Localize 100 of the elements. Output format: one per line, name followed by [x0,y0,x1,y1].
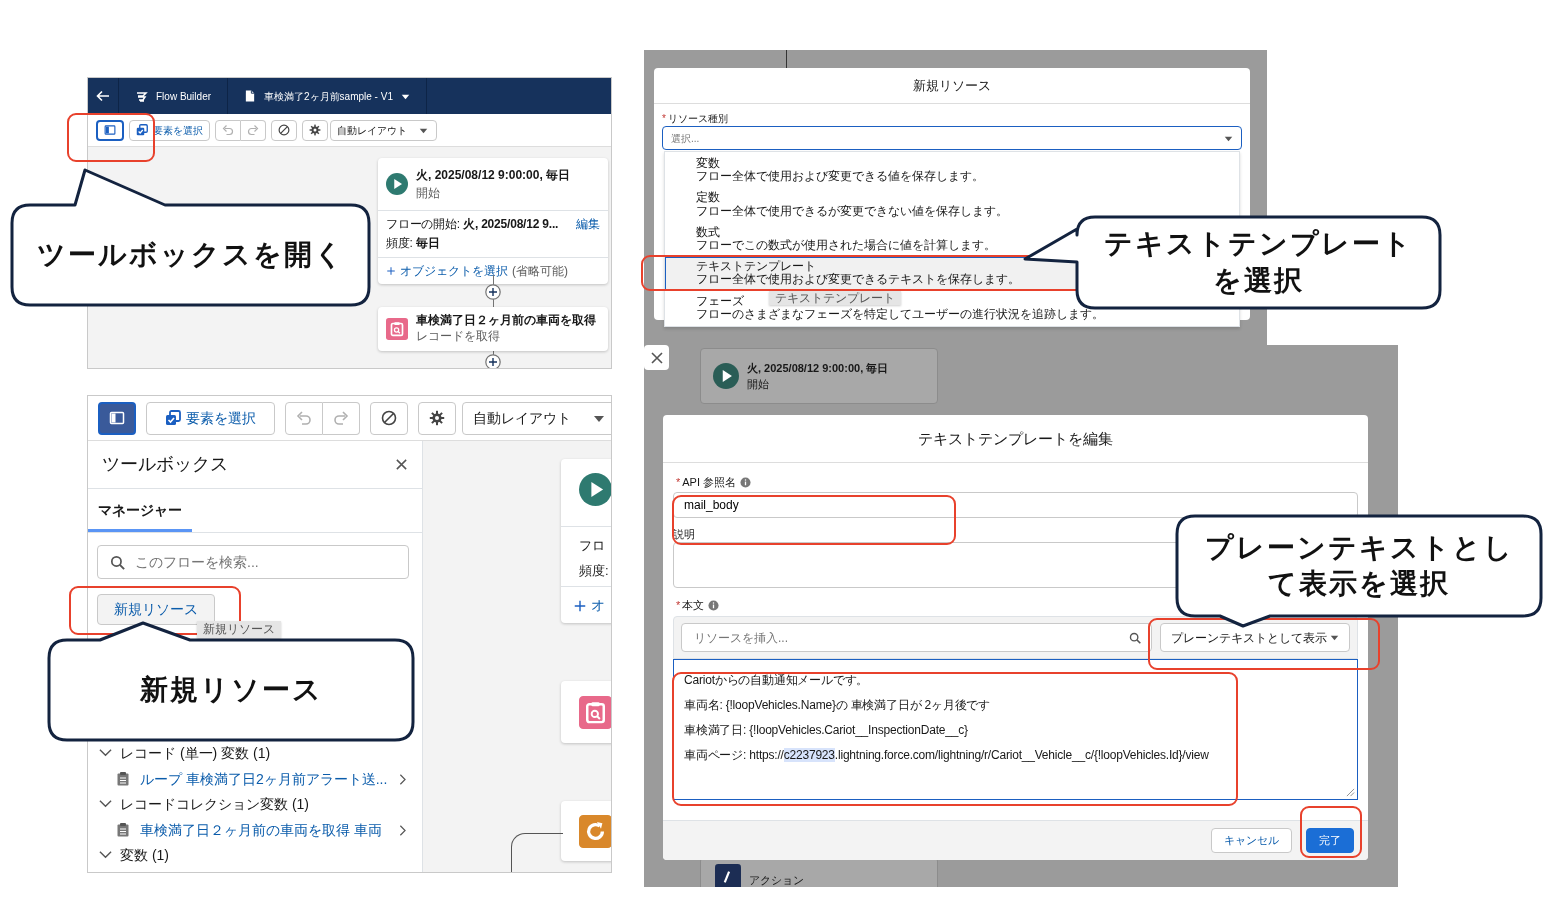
optional-label: (省略可能) [512,263,568,281]
caret-icon [1224,134,1233,142]
add-icon[interactable] [485,284,501,300]
undo-icon [296,410,312,426]
resource-input[interactable]: リソースを挿入... [692,627,1129,648]
action-icon [715,864,741,887]
document-icon [244,89,257,103]
close-button[interactable] [644,345,669,370]
resource-link[interactable]: 車検満了日２ヶ月前の車両を取得 車両 [140,819,398,841]
tooltip: テキストテンプレート [769,291,901,305]
get-records-icon [579,696,611,729]
stop-icon [381,410,397,426]
node-title: 火, 2025/08/12 9:00:00, 毎日 [416,167,571,184]
node-subtitle: 開始 [416,185,441,202]
node-text: 頻度: [579,562,610,580]
group-label: レコードコレクション変数 (1) [120,795,309,814]
info-icon[interactable] [708,599,720,611]
play-icon [386,173,408,195]
settings-button[interactable] [418,401,456,435]
node-subtitle: アクション [749,873,804,887]
chevron-right-icon[interactable] [398,823,409,837]
start-node[interactable]: フロ 頻度: オ [561,459,611,623]
object-link[interactable]: オ [591,595,605,616]
required-mark: * [676,597,681,613]
dialog-title: テキストテンプレートを編集 [663,415,1368,463]
node-title: 火, 2025/08/12 9:00:00, 毎日 [747,360,889,376]
toolbox-title: ツールボックス [102,453,228,476]
node-subtitle: レコードを取得 [416,329,501,345]
back-icon[interactable] [96,89,110,103]
add-icon[interactable] [485,354,501,368]
app-name: Flow Builder [156,89,212,104]
play-icon [579,473,611,506]
group-label: 変数 (1) [120,846,169,865]
resource-type-select[interactable]: 選択... [662,126,1242,150]
settings-icon [309,124,321,136]
start-node[interactable]: 火, 2025/08/12 9:00:00, 毎日 開始 フローの開始: 火, 2025/08/12 9... 編集 頻度: 毎日 オブジェクトを選択 (省略可能) [378,158,608,285]
chevron-right-icon[interactable] [398,772,409,786]
undo-icon [222,124,234,136]
layout-dropdown[interactable]: 自動レイアウト [330,119,437,141]
edit-link[interactable]: 編集 [576,215,600,235]
close-icon [649,350,664,365]
toolbox-toggle-button[interactable] [96,119,124,141]
redo-icon [247,124,259,136]
cancel-button[interactable]: キャンセル [1211,828,1292,853]
panel-icon [104,124,116,136]
caret-icon [419,126,428,134]
clipboard-icon [116,822,130,838]
node-subtitle: 開始 [747,377,770,392]
callout-tooltip: ツールボックスを開く [10,168,372,308]
field-label: 本文 [682,597,705,613]
select-icon [165,410,181,426]
display-mode-select[interactable]: プレーンテキストとして表示 [1160,623,1350,652]
frequency-info: 頻度: 毎日 [386,235,441,253]
field-label: API 参照名 [682,474,737,490]
node-text: フロ [579,537,606,555]
settings-icon [429,410,445,426]
redo-icon [333,410,349,426]
info-icon[interactable] [740,476,752,488]
start-info: フローの開始: 火, 2025/08/12 9... [386,216,559,233]
plus-icon [573,598,587,613]
select-elements-button[interactable]: 要素を選択 [146,401,275,435]
get-records-node[interactable]: 車検満了日２ヶ月前の車両を取得 レコードを取得 [378,307,608,351]
object-link[interactable]: オブジェクトを選択 [400,262,508,281]
field-label: リソース種別 [667,112,728,126]
dropdown-option[interactable]: 変数 フロー全体で使用および変更できる値を保存します。 [665,154,1239,187]
body-line: Cariotからの自動通知メールです。 [684,672,869,689]
search-field[interactable]: このフローを検索... [97,545,409,579]
dialog-title: 新規リソース [654,68,1250,104]
search-icon [110,554,125,570]
done-button[interactable]: 完了 [1306,828,1354,853]
tab[interactable]: マネージャー [88,489,192,532]
required-mark: * [662,112,666,126]
plus-icon [386,266,396,277]
node-title: 車検満了日２ヶ月前の車両を取得 [416,313,596,329]
resize-handle-icon[interactable] [1346,788,1355,797]
stop-icon [278,124,290,136]
play-icon [713,363,739,389]
panel-icon [109,410,125,426]
body-line: 車両ページ: https://c2237923.lightning.force.com/lightning/r/Cariot__Vehicle__c/{!loopVehicles.Id}/view [684,747,1209,764]
cancel-button[interactable] [370,401,408,435]
layout-dropdown[interactable]: 自動レイアウト [462,401,611,435]
settings-button[interactable] [302,119,328,141]
loop-icon [579,815,611,848]
flow-name: 車検満了2ヶ月前sample - V1 [264,89,393,104]
resource-search-field[interactable]: リソースを挿入... [681,623,1152,652]
caret-icon [593,413,605,423]
select-icon [136,124,148,136]
clipboard-icon [116,771,130,787]
api-name-field[interactable]: mail_body [673,492,1358,518]
body-line: 車検満了日: {!loopVehicles.Cariot__InspectionDate__c} [684,722,968,739]
body-editor[interactable] [673,659,1358,800]
body-line: 車両名: {!loopVehicles.Name}の 車検満了日が 2ヶ月後です [684,697,991,714]
close-icon[interactable] [395,458,408,471]
cancel-button[interactable] [271,119,297,141]
resource-link[interactable]: ループ 車検満了日2ヶ月前アラート送... [140,768,398,790]
caret-icon[interactable] [400,92,410,100]
caret-icon [1330,634,1339,641]
connector-line [511,833,563,872]
toolbox-toggle-button[interactable] [98,401,136,435]
search-icon [1129,631,1141,644]
